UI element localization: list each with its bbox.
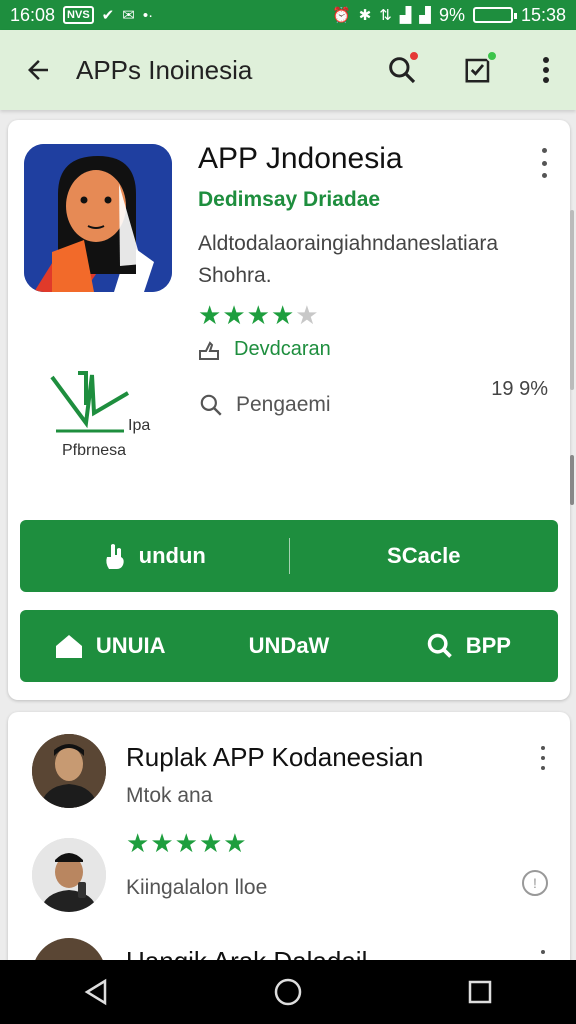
app-description-line2: Shohra. [198, 264, 272, 287]
alarm-icon: ⏰ [332, 7, 351, 24]
app-detail-card: APP Jndonesia Dedimsay Driadae Aldtodala… [8, 120, 570, 700]
star-icon: ★ [174, 828, 199, 858]
search-label: Pengaemi [236, 393, 331, 416]
scacle-label: SCacle [387, 543, 461, 568]
avatar[interactable] [32, 838, 106, 912]
signal2-icon: ▟ [419, 7, 431, 24]
review-author-name: Ruplak APP Kodaneesian [126, 742, 424, 772]
download-info[interactable]: Devdcaran [198, 338, 331, 361]
app-menu-button[interactable] [534, 148, 554, 178]
checklist-button[interactable] [440, 30, 516, 110]
nav-back-icon [84, 978, 107, 1006]
logo-text-bottom: Pfbrnesa [62, 442, 127, 459]
dot [541, 746, 545, 750]
avatar[interactable] [32, 734, 106, 808]
app-bar-title: APPs Inoinesia [76, 54, 253, 85]
star-icon: ★ [270, 300, 296, 330]
search-small-icon [200, 394, 222, 416]
app-detail-title: APP Jndonesia [198, 142, 403, 175]
review-subtitle: Mtok ana [126, 784, 213, 807]
app-rating-stars: ★★★★★ [198, 300, 320, 331]
star-icon: ★ [198, 300, 223, 330]
star-icon: ★ [222, 300, 247, 330]
app-icon-artwork [24, 144, 172, 292]
undaw-label: UNDaW [248, 633, 330, 658]
primary-action-row: undun SCacle [20, 520, 558, 592]
notification-dot-red [408, 50, 420, 62]
battery-icon [472, 7, 517, 23]
undun-label: undun [138, 543, 206, 568]
review-menu-button[interactable] [538, 746, 548, 770]
person-avatar-icon [32, 734, 106, 808]
star-icon: ★ [150, 828, 175, 858]
signal-icon: ▟ [399, 7, 412, 24]
system-nav-bar [0, 960, 576, 1024]
search-button[interactable] [364, 30, 440, 110]
overflow-menu-button[interactable] [516, 30, 576, 110]
bpp-button[interactable]: BPP [379, 610, 558, 682]
back-button[interactable] [0, 30, 76, 110]
dot [541, 756, 545, 760]
star-icon: ★ [223, 828, 248, 858]
dot [541, 950, 545, 954]
nav-recents-button[interactable] [450, 962, 510, 1022]
status-time-right: 15:38 [520, 4, 566, 25]
brand-logo-icon [50, 371, 130, 433]
bpp-label: BPP [465, 633, 511, 658]
hand-icon [105, 544, 124, 569]
unuia-button[interactable]: UNUIA [20, 610, 199, 682]
download-share-icon [199, 340, 219, 360]
app-description-line1: Aldtodalaoraingiahndaneslatiara [198, 232, 499, 255]
scacle-button[interactable]: SCacle [290, 520, 559, 592]
star-icon: ★ [295, 300, 320, 330]
app-icon[interactable] [24, 144, 172, 292]
nav-back-button[interactable] [66, 962, 126, 1022]
scrollbar-thumb[interactable] [570, 210, 574, 390]
percent-label: 19 9% [491, 378, 548, 400]
nav-recents-icon [468, 980, 492, 1004]
search-info[interactable]: Pengaemi [198, 392, 331, 418]
review-subtitle: Kiingalalon lloe [126, 876, 268, 899]
star-icon: ★ [126, 828, 151, 858]
nav-home-button[interactable] [258, 962, 318, 1022]
app-developer-link[interactable]: Dedimsay Driadae [198, 188, 380, 212]
star-icon: ★ [246, 300, 271, 330]
app-description: Aldtodalaoraingiahndaneslatiara Shohra. [198, 228, 548, 292]
search-white-icon [427, 633, 452, 658]
dot [541, 160, 547, 166]
mail-icon: ✉ [122, 7, 135, 24]
status-time-left: 16:08 [10, 4, 56, 25]
logo-text-top: Ipa [128, 417, 151, 434]
person-avatar-icon [32, 838, 106, 912]
unuia-label: UNUIA [95, 633, 166, 658]
more-notifications-icon: •· [142, 6, 154, 24]
data-icon: ⇅ [379, 7, 392, 24]
more-vert-icon [543, 57, 549, 83]
scrollbar-thumb-secondary[interactable] [570, 455, 574, 505]
app-bar: APPs Inoinesia [0, 30, 576, 110]
reviews-card: Ruplak APP Kodaneesian Mtok ana ★★★★★ Ki… [8, 712, 570, 972]
secondary-action-row: UNUIA UNDaW BPP [20, 610, 558, 682]
undun-button[interactable]: undun [20, 520, 289, 592]
status-bar: 16:08 NVS ✔ ✉ •· ⏰ ✱ ⇅ ▟ ▟ 9% 15:38 [0, 0, 576, 30]
notification-dot-green [486, 50, 498, 62]
home-icon [55, 635, 82, 658]
status-badge-icon: NVS [63, 6, 94, 24]
battery-percent: 9% [438, 4, 465, 25]
review-rating-stars: ★★★★★ [126, 828, 248, 859]
bluetooth-icon: ✱ [358, 7, 372, 24]
dot [541, 766, 545, 770]
nav-home-icon [274, 978, 302, 1006]
check-circle-icon: ✔ [101, 7, 115, 24]
info-icon[interactable]: ! [522, 870, 548, 896]
arrow-back-icon [28, 60, 48, 80]
dot [541, 148, 547, 153]
undaw-button[interactable]: UNDaW [199, 610, 378, 682]
download-label: Devdcaran [234, 338, 331, 360]
dot [541, 173, 547, 178]
star-icon: ★ [198, 828, 224, 858]
